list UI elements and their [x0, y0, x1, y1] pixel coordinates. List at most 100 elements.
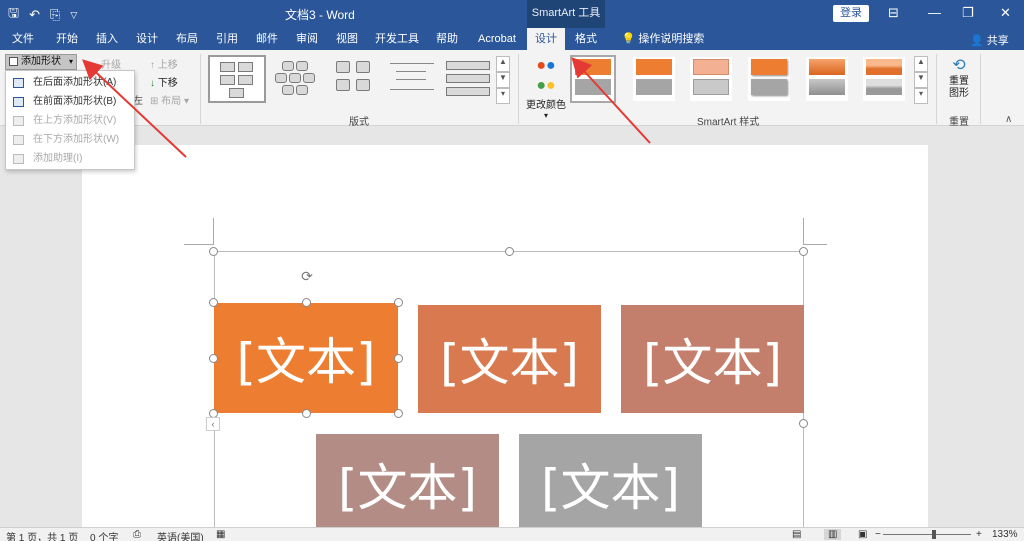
- frame-handle[interactable]: [209, 247, 218, 256]
- layout-shape: [446, 61, 490, 70]
- layout-scroll-up[interactable]: ▲: [496, 56, 510, 72]
- smartart-shape-1[interactable]: [文本]: [214, 303, 398, 413]
- tab-layout[interactable]: 布局: [168, 28, 206, 50]
- proofing-icon[interactable]: ⎙: [133, 529, 141, 540]
- zoom-slider-thumb[interactable]: [932, 530, 936, 539]
- frame-handle[interactable]: [505, 247, 514, 256]
- share-button[interactable]: 👤 共享: [970, 32, 1009, 48]
- color-palette-icon: ●● ●●: [536, 57, 556, 94]
- menu-add-shape-below[interactable]: 在下方添加形状(W): [6, 130, 134, 149]
- word-count[interactable]: 0 个字: [90, 529, 118, 541]
- smartart-style-5[interactable]: [806, 57, 848, 101]
- tell-me-search[interactable]: 💡 操作说明搜索: [618, 28, 708, 50]
- restore-button[interactable]: ❐: [962, 5, 974, 21]
- tab-file[interactable]: 文件: [4, 28, 42, 50]
- layout-button[interactable]: ⊞ 布局 ▾: [150, 92, 189, 107]
- layout-line: [396, 79, 426, 80]
- crop-mark: [213, 218, 214, 245]
- print-layout-icon[interactable]: ▥: [824, 529, 842, 540]
- undo-icon[interactable]: ↶: [29, 7, 40, 23]
- menu-add-shape-above[interactable]: 在上方添加形状(V): [6, 111, 134, 130]
- style-swatch: [866, 59, 902, 75]
- person-icon: 👤: [970, 35, 984, 47]
- tab-review[interactable]: 审阅: [288, 28, 326, 50]
- ribbon-display-icon[interactable]: ⊟: [888, 5, 899, 21]
- frame-handle[interactable]: [799, 247, 808, 256]
- web-layout-icon[interactable]: ▣: [858, 529, 867, 540]
- styles-gallery-more[interactable]: ▾: [914, 88, 928, 104]
- layout-shape: [282, 85, 294, 95]
- promote-button[interactable]: ⇐ 升级: [90, 56, 121, 71]
- close-button[interactable]: ✕: [1000, 5, 1011, 21]
- shape-handle[interactable]: [394, 354, 403, 363]
- change-colors-button[interactable]: ●● ●● 更改颜色 ▾: [524, 56, 568, 120]
- redo-icon[interactable]: ⎘: [50, 7, 60, 23]
- page-count[interactable]: 第 1 页，共 1 页: [6, 529, 78, 541]
- style-swatch: [636, 79, 672, 95]
- styles-scroll-up[interactable]: ▲: [914, 56, 928, 72]
- zoom-out-icon[interactable]: −: [875, 529, 881, 540]
- smartart-style-6[interactable]: [863, 57, 905, 101]
- tab-insert[interactable]: 插入: [88, 28, 126, 50]
- tab-developer[interactable]: 开发工具: [370, 28, 424, 50]
- add-after-icon: [13, 78, 24, 88]
- customize-qat-icon[interactable]: ▽: [70, 10, 77, 21]
- macro-record-icon[interactable]: ▦: [216, 529, 225, 540]
- shape-handle[interactable]: [394, 409, 403, 418]
- rotate-handle-icon[interactable]: ⟳: [299, 268, 315, 284]
- collapse-ribbon-icon[interactable]: ∧: [1005, 114, 1012, 125]
- tab-home[interactable]: 开始: [48, 28, 86, 50]
- reset-graphic-button[interactable]: ⟲ 重置图形: [944, 56, 974, 100]
- tab-references[interactable]: 引用: [208, 28, 246, 50]
- styles-scroll-down[interactable]: ▼: [914, 72, 928, 88]
- smartart-style-1[interactable]: [570, 55, 616, 103]
- separator: [200, 54, 201, 124]
- tab-view[interactable]: 视图: [328, 28, 366, 50]
- group-label-styles: SmartArt 样式: [697, 117, 760, 128]
- text-pane-toggle-icon[interactable]: ‹: [206, 417, 220, 431]
- shape-handle[interactable]: [302, 298, 311, 307]
- zoom-slider[interactable]: [883, 534, 971, 535]
- menu-add-assistant[interactable]: 添加助理(I): [6, 149, 134, 168]
- layout-thumb-4[interactable]: [386, 55, 438, 103]
- smartart-shape-3[interactable]: [文本]: [621, 305, 804, 413]
- tab-smartart-format[interactable]: 格式: [567, 28, 605, 50]
- tab-help[interactable]: 帮助: [428, 28, 466, 50]
- layout-shape: [356, 79, 370, 91]
- shape-handle[interactable]: [394, 298, 403, 307]
- smartart-shape-2[interactable]: [文本]: [418, 305, 601, 413]
- save-icon[interactable]: 🖫: [8, 4, 19, 26]
- layout-gallery-more[interactable]: ▾: [496, 88, 510, 104]
- shape-handle[interactable]: [302, 409, 311, 418]
- zoom-level[interactable]: 133%: [992, 529, 1018, 540]
- tab-smartart-design[interactable]: 设计: [527, 28, 565, 50]
- smartart-shape-4[interactable]: [文本]: [316, 434, 499, 527]
- layout-scroll-down[interactable]: ▼: [496, 72, 510, 88]
- zoom-in-icon[interactable]: +: [976, 529, 982, 540]
- smartart-style-3[interactable]: [690, 57, 732, 101]
- move-down-button[interactable]: ↓ 下移: [150, 74, 178, 89]
- group-label-reset: 重置: [949, 117, 969, 128]
- layout-thumb-2[interactable]: [270, 55, 322, 103]
- menu-add-shape-before[interactable]: 在前面添加形状(B): [6, 92, 134, 111]
- shape-handle[interactable]: [209, 298, 218, 307]
- move-up-button[interactable]: ↑ 上移: [150, 56, 178, 71]
- add-shape-button[interactable]: 添加形状 ▾: [5, 54, 77, 70]
- layout-thumb-5[interactable]: [444, 55, 494, 103]
- minimize-button[interactable]: —: [928, 5, 941, 20]
- shape-handle[interactable]: [209, 354, 218, 363]
- layout-thumb-3[interactable]: [328, 55, 380, 103]
- menu-add-shape-after[interactable]: 在后面添加形状(A): [6, 73, 134, 92]
- read-mode-icon[interactable]: ▤: [792, 529, 801, 540]
- login-button[interactable]: 登录: [833, 5, 869, 22]
- smartart-style-2[interactable]: [633, 57, 675, 101]
- layout-shape: [446, 74, 490, 83]
- tab-mailings[interactable]: 邮件: [248, 28, 286, 50]
- frame-handle[interactable]: [799, 419, 808, 428]
- tab-acrobat[interactable]: Acrobat: [470, 28, 524, 50]
- tab-design[interactable]: 设计: [128, 28, 166, 50]
- smartart-style-4[interactable]: [748, 57, 790, 101]
- smartart-shape-5[interactable]: [文本]: [519, 434, 702, 527]
- language-indicator[interactable]: 英语(美国): [157, 529, 204, 541]
- layout-thumb-1[interactable]: [208, 55, 266, 103]
